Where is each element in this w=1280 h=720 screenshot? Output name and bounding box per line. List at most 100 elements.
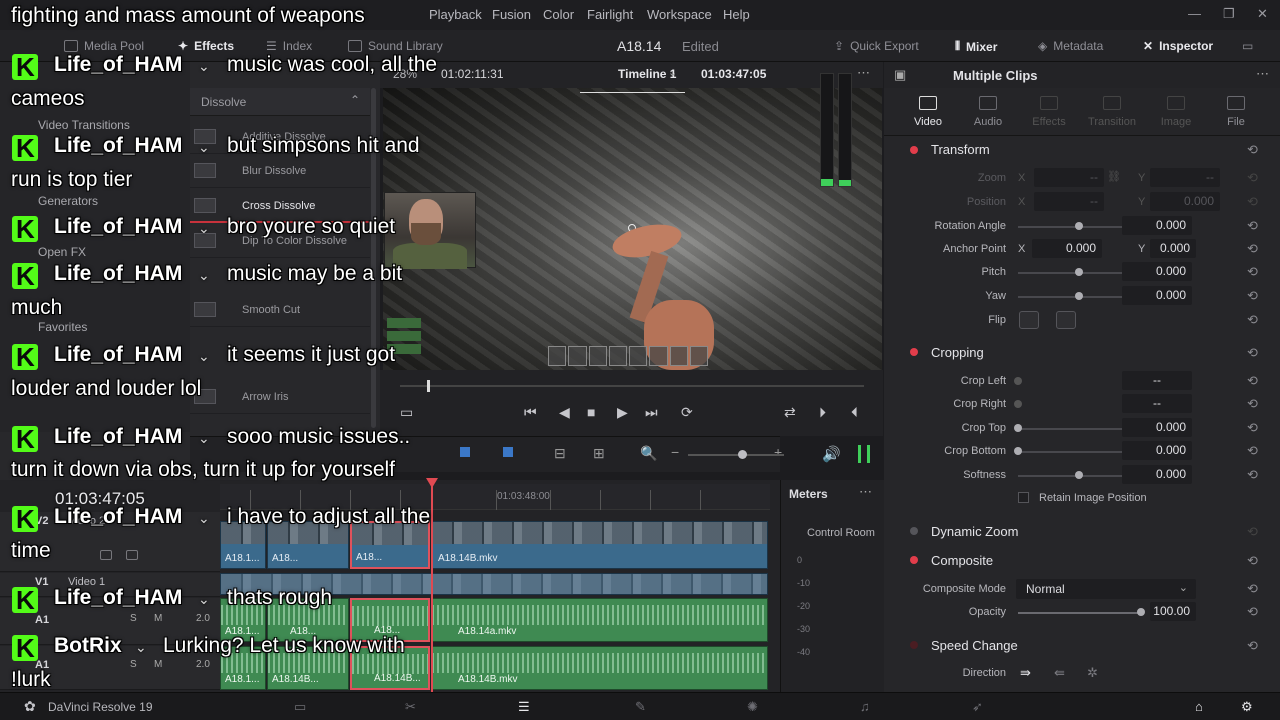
video-clip[interactable]: A18.14B.mkv [431,521,768,569]
zoom-in-icon[interactable]: + [774,444,782,460]
crop-right-handle[interactable] [1014,400,1022,408]
tree-open-fx[interactable]: Open FX [38,245,86,259]
cropping-title[interactable]: Cropping [931,345,984,360]
sound-library-button[interactable]: Sound Library [348,39,443,53]
mute-button[interactable]: M [154,659,162,670]
inspector-options-icon[interactable]: ⋯ [1256,66,1269,82]
close-icon[interactable]: ✕ [1257,6,1268,22]
menu-help[interactable]: Help [723,7,750,22]
reset-icon[interactable]: ⟲ [1247,194,1258,210]
mute-button[interactable]: M [154,613,162,624]
minimize-icon[interactable]: — [1188,6,1201,21]
marker-icon[interactable] [503,447,513,457]
opacity-field[interactable]: 100.00 [1150,602,1196,621]
color-page-icon[interactable]: ✺ [747,699,758,715]
composite-title[interactable]: Composite [931,553,993,568]
pitch-handle[interactable] [1075,268,1083,276]
home-icon[interactable]: ⌂ [1195,699,1203,714]
reset-icon[interactable]: ⟲ [1247,638,1258,654]
position-x-field[interactable]: -- [1034,192,1104,211]
softness-handle[interactable] [1075,471,1083,479]
crop-bottom-handle[interactable] [1014,447,1022,455]
auto-select-icon[interactable] [126,550,138,560]
speaker-icon[interactable]: 🔊 [822,445,841,463]
cropping-enable-toggle[interactable] [910,348,918,356]
tree-generators[interactable]: Generators [38,194,98,208]
opacity-slider[interactable] [1018,612,1138,614]
fullscreen-icon[interactable]: ▭ [1242,39,1253,53]
menu-fairlight[interactable]: Fairlight [587,7,633,22]
tab-audio[interactable]: Audio [956,116,1020,128]
flip-horizontal-button[interactable] [1019,311,1039,329]
reset-icon[interactable]: ⟲ [1247,241,1258,257]
reset-icon[interactable]: ⟲ [1247,312,1258,328]
audio-clip[interactable]: A18.14B.mkv [431,646,768,690]
reset-icon[interactable]: ⟲ [1247,288,1258,304]
index-button[interactable]: ☰ Index [266,39,312,53]
zoom-detail-icon[interactable]: ⊞ [593,445,605,462]
reset-icon[interactable]: ⟲ [1247,373,1258,389]
dynamic-zoom-toggle[interactable] [910,527,918,535]
crop-bottom-field[interactable]: 0.000 [1122,441,1192,460]
match-frame-icon[interactable]: ⇄ [784,404,796,421]
media-page-icon[interactable]: ▭ [294,699,306,715]
stop-icon[interactable]: ■ [587,404,595,420]
effect-arrow-iris[interactable]: Arrow Iris [190,380,370,414]
menu-fusion[interactable]: Fusion [492,7,531,22]
panel-toggle-icon[interactable]: ▣ [894,67,906,83]
reset-icon[interactable]: ⟲ [1247,524,1258,540]
dynamic-zoom-title[interactable]: Dynamic Zoom [931,524,1018,539]
metadata-button[interactable]: ◈ Metadata [1038,39,1103,53]
position-y-field[interactable]: 0.000 [1150,192,1220,211]
reset-icon[interactable]: ⟲ [1247,142,1258,158]
reset-icon[interactable]: ⟲ [1247,553,1258,569]
timeline-chevron-icon[interactable]: ⌄ [668,66,677,79]
reset-icon[interactable]: ⟲ [1247,264,1258,280]
prev-clip-icon[interactable]: ⏴ [851,404,858,421]
yaw-handle[interactable] [1075,292,1083,300]
mixer-button[interactable]: ⫴ Mixer [955,39,997,54]
tab-file[interactable]: File [1204,116,1268,128]
edit-page-icon[interactable]: ☰ [518,699,530,715]
first-frame-icon[interactable]: ⏮ [524,404,537,421]
freeze-frame-icon[interactable]: ✲ [1087,665,1098,681]
viewer-scrubber[interactable] [400,385,864,387]
opacity-handle[interactable] [1137,608,1145,616]
timeline-zoom-handle[interactable] [738,450,747,459]
reverse-direction-icon[interactable]: ⇚ [1054,665,1065,681]
scrubber-handle[interactable] [427,380,430,392]
zoom-custom-icon[interactable]: 🔍 [640,445,657,462]
deliver-page-icon[interactable]: ➶ [972,699,983,715]
zoom-y-field[interactable]: -- [1150,168,1220,187]
solo-button[interactable]: S [130,659,137,670]
tab-transition[interactable]: Transition [1080,116,1144,128]
reset-icon[interactable]: ⟲ [1247,170,1258,186]
speed-change-title[interactable]: Speed Change [931,638,1018,653]
tree-favorites[interactable]: Favorites [38,320,87,334]
reset-icon[interactable]: ⟲ [1247,218,1258,234]
crop-top-slider[interactable] [1018,428,1138,430]
last-frame-icon[interactable]: ⏭ [645,404,658,421]
zoom-x-field[interactable]: -- [1034,168,1104,187]
inspector-button[interactable]: ✕ Inspector [1143,39,1213,53]
effect-blur-dissolve[interactable]: Blur Dissolve [190,154,370,188]
rotation-handle[interactable] [1075,222,1083,230]
safe-area-icon[interactable]: ▭ [400,404,413,421]
tree-video-transitions[interactable]: Video Transitions [38,118,130,132]
quick-export-button[interactable]: ⇪ Quick Export [834,39,919,53]
anchor-y-field[interactable]: 0.000 [1150,239,1196,258]
reset-icon[interactable]: ⟲ [1247,604,1258,620]
reset-icon[interactable]: ⟲ [1247,345,1258,361]
zoom-out-icon[interactable]: − [671,444,679,460]
crop-bottom-slider[interactable] [1018,451,1138,453]
tab-video[interactable]: Video [896,116,960,128]
transform-enable-toggle[interactable] [910,146,918,154]
anchor-x-field[interactable]: 0.000 [1032,239,1102,258]
timeline-zoom-slider[interactable] [688,454,784,456]
retain-position-checkbox[interactable] [1018,492,1029,503]
yaw-field[interactable]: 0.000 [1122,286,1192,305]
composite-mode-dropdown[interactable]: Normal ⌄ [1016,579,1196,599]
crop-top-field[interactable]: 0.000 [1122,418,1192,437]
tab-image[interactable]: Image [1144,116,1208,128]
viewer-options-icon[interactable]: ⋯ [857,65,870,81]
